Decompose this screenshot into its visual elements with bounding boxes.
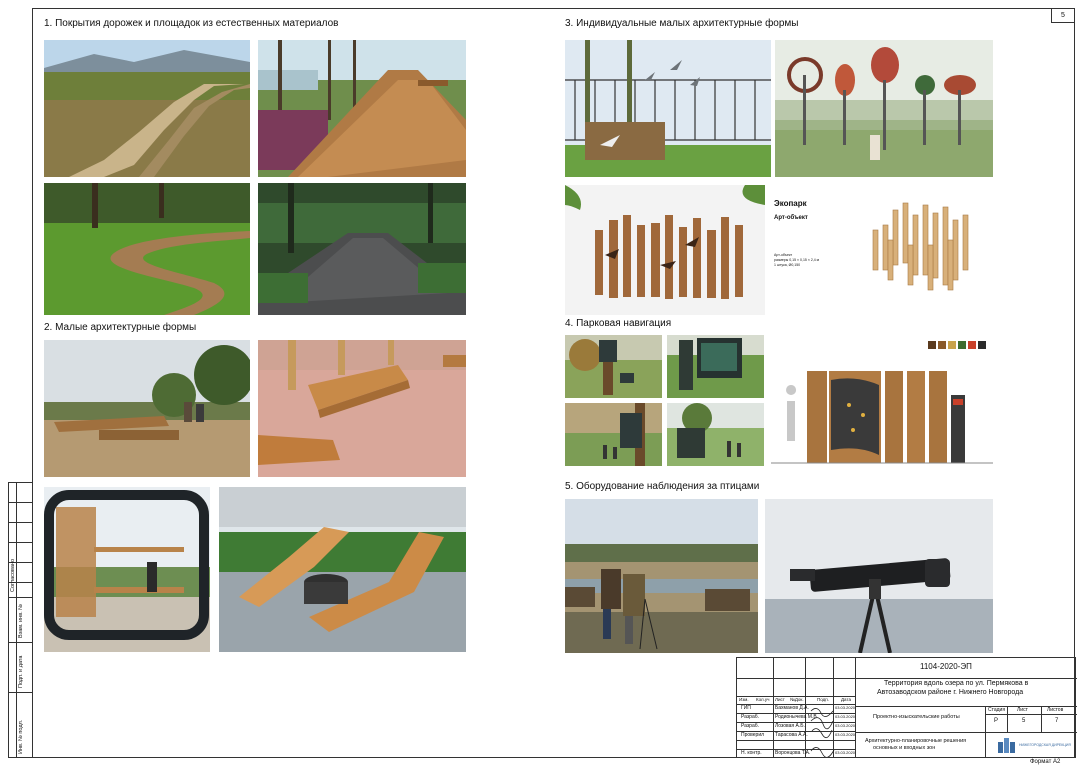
ecopark-subtitle: Арт-объект bbox=[774, 215, 808, 221]
stage-name: Проектно-изыскательские работы bbox=[873, 714, 960, 720]
header-podp: Подп. bbox=[817, 697, 829, 702]
stage-value: Р bbox=[994, 718, 999, 724]
section-title-individual-forms: 3. Индивидуальные малых архитектурные фо… bbox=[565, 18, 799, 29]
photo-telescope bbox=[765, 499, 993, 653]
photo-nav-sign-2 bbox=[667, 335, 764, 398]
role-razrab-1: Разраб. bbox=[741, 714, 760, 720]
margin-inv-orig-label: Инв. № подл. bbox=[18, 719, 24, 754]
stage-header: Стадия bbox=[988, 707, 1006, 713]
photo-wind-sculptures bbox=[775, 40, 993, 177]
ecopark-title: Экопарк bbox=[774, 199, 807, 208]
org-name: НИЖЕГОРОДСКАЯ ДИРЕКЦИЯ bbox=[1019, 743, 1071, 747]
section-title-bird-watching: 5. Оборудование наблюдения за птицами bbox=[565, 481, 760, 492]
sheet-value: 5 bbox=[1022, 718, 1026, 724]
project-code: 1104-2020-ЭП bbox=[920, 662, 972, 671]
photo-nav-sign-4 bbox=[667, 403, 764, 466]
photo-nav-sign-3 bbox=[565, 403, 662, 466]
section-title-small-forms: 2. Малые архитектурные формы bbox=[44, 322, 197, 333]
photo-wooden-posts-silhouettes bbox=[565, 185, 765, 315]
margin-stamp: Согласовано Взам. инв. № Подп. и дата Ин… bbox=[8, 482, 33, 758]
sheet-title-line1: Архитектурно-планировочные решения bbox=[865, 738, 967, 744]
photo-sun-loungers bbox=[219, 487, 466, 652]
header-ndok: №Док. bbox=[790, 697, 804, 702]
margin-agreed-label: Согласовано bbox=[10, 558, 16, 592]
photo-metal-birds-fence bbox=[565, 40, 771, 177]
ecopark-note-3: 1 штука, Ø0,150 bbox=[774, 263, 801, 267]
header-date: Дата bbox=[841, 697, 851, 702]
sheet-number: 5 bbox=[1051, 9, 1074, 23]
org-logo-icon bbox=[998, 738, 1015, 753]
date-gip: 03.03.2020 bbox=[835, 705, 856, 710]
title-block: 1104-2020-ЭП Территория вдоль озера по у… bbox=[736, 657, 1077, 758]
date-norm-control: 03.03.2020 bbox=[835, 750, 856, 755]
photo-gravel-path-forest bbox=[258, 183, 466, 315]
color-swatch bbox=[968, 341, 976, 349]
navigation-signage-design bbox=[771, 335, 993, 466]
photo-wooden-bench-park bbox=[44, 340, 250, 477]
section-title-park-navigation: 4. Парковая навигация bbox=[565, 318, 672, 329]
header-koluch: Кол.уч bbox=[756, 697, 770, 702]
name-checker: Тарасова А.А. bbox=[775, 732, 808, 738]
name-norm-control: Воронцова Т.А. bbox=[775, 750, 811, 756]
date-razrab-1: 03.03.2020 bbox=[835, 714, 856, 719]
color-swatch bbox=[928, 341, 936, 349]
project-name-line1: Территория вдоль озера по ул. Пермякова … bbox=[884, 680, 1029, 687]
format-label: Формат А2 bbox=[1030, 759, 1061, 765]
header-list: Лист bbox=[775, 697, 785, 702]
photo-birdwatchers-marsh bbox=[565, 499, 758, 653]
sheets-value: 7 bbox=[1055, 718, 1059, 724]
ecopark-note-1: Арт-объект bbox=[774, 253, 793, 257]
section-title-paths: 1. Покрытия дорожек и площадок из естест… bbox=[44, 18, 339, 29]
color-swatch bbox=[978, 341, 986, 349]
name-gip: Бахманов Д.А. bbox=[775, 705, 809, 711]
role-checker: Проверил bbox=[741, 732, 765, 738]
project-name-line2: Автозаводском районе г. Нижнего Новгород… bbox=[877, 689, 1024, 696]
date-checker: 03.03.2020 bbox=[835, 732, 856, 737]
photo-nav-sign-1 bbox=[565, 335, 662, 398]
margin-inv-replace-label: Взам. инв. № bbox=[18, 603, 24, 638]
date-razrab-2: 03.03.2020 bbox=[835, 723, 856, 728]
role-razrab-2: Разраб. bbox=[741, 723, 760, 729]
photo-pavilion-frame bbox=[44, 487, 210, 652]
color-swatch bbox=[948, 341, 956, 349]
photo-modern-benches bbox=[258, 340, 466, 477]
ecopark-note-2: размеры 0,15 × 0,15 × 2,4 м bbox=[774, 258, 820, 262]
signatures bbox=[810, 708, 835, 757]
color-swatch bbox=[938, 341, 946, 349]
color-swatch bbox=[958, 341, 966, 349]
photo-dirt-path-lawn bbox=[44, 183, 250, 315]
name-razrab-2: Лозовая А.Б. bbox=[775, 723, 805, 729]
role-norm-control: Н. контр. bbox=[741, 750, 762, 756]
sheet-title-line2: основных и входных зон bbox=[873, 745, 936, 751]
role-gip: ГИП bbox=[741, 705, 751, 711]
ecopark-art-object-panel: Экопарк Арт-объект Арт-объект размеры 0,… bbox=[768, 185, 993, 315]
photo-wooden-deck-pond bbox=[258, 40, 466, 177]
sheet-header: Лист bbox=[1017, 707, 1028, 713]
sheets-header: Листов bbox=[1047, 707, 1064, 713]
margin-sign-date-label: Подп. и дата bbox=[18, 655, 24, 688]
photo-boardwalk-meadow bbox=[44, 40, 250, 177]
header-izm: Изм. bbox=[739, 697, 749, 702]
